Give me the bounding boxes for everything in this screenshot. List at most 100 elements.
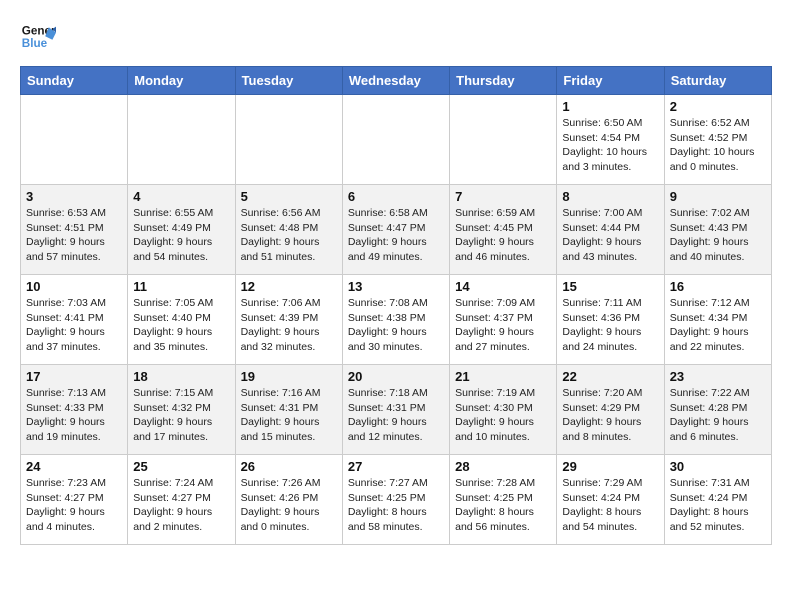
calendar-cell: 22 Sunrise: 7:20 AMSunset: 4:29 PMDayligh… (557, 365, 664, 455)
calendar-week-0: 1 Sunrise: 6:50 AMSunset: 4:54 PMDaylight… (21, 95, 772, 185)
calendar-header: SundayMondayTuesdayWednesdayThursdayFrid… (21, 67, 772, 95)
day-number: 17 (26, 369, 122, 384)
day-number: 2 (670, 99, 766, 114)
calendar-cell: 14 Sunrise: 7:09 AMSunset: 4:37 PMDayligh… (450, 275, 557, 365)
day-info: Sunrise: 7:06 AMSunset: 4:39 PMDaylight:… (241, 296, 337, 355)
calendar-cell: 16Sunrise: 7:12 AMSunset: 4:34 PMDayligh… (664, 275, 771, 365)
day-number: 9 (670, 189, 766, 204)
calendar-cell: 19 Sunrise: 7:16 AMSunset: 4:31 PMDayligh… (235, 365, 342, 455)
day-info: Sunrise: 7:20 AMSunset: 4:29 PMDaylight:… (562, 386, 658, 445)
day-info: Sunrise: 7:31 AMSunset: 4:24 PMDaylight:… (670, 476, 766, 535)
day-info: Sunrise: 7:29 AMSunset: 4:24 PMDaylight:… (562, 476, 658, 535)
calendar-cell: 8Sunrise: 7:00 AMSunset: 4:44 PMDaylight… (557, 185, 664, 275)
day-info: Sunrise: 7:24 AMSunset: 4:27 PMDaylight:… (133, 476, 229, 535)
day-info: Sunrise: 6:55 AMSunset: 4:49 PMDaylight:… (133, 206, 229, 265)
day-number: 6 (348, 189, 444, 204)
day-number: 1 (562, 99, 658, 114)
day-number: 20 (348, 369, 444, 384)
calendar-cell: 2 Sunrise: 6:52 AMSunset: 4:52 PMDaylight… (664, 95, 771, 185)
day-number: 19 (241, 369, 337, 384)
day-info: Sunrise: 7:15 AMSunset: 4:32 PMDaylight:… (133, 386, 229, 445)
calendar-cell: 11 Sunrise: 7:05 AMSunset: 4:40 PMDayligh… (128, 275, 235, 365)
day-number: 21 (455, 369, 551, 384)
calendar-week-1: 3 Sunrise: 6:53 AMSunset: 4:51 PMDaylight… (21, 185, 772, 275)
calendar-cell (342, 95, 449, 185)
calendar-cell: 1 Sunrise: 6:50 AMSunset: 4:54 PMDaylight… (557, 95, 664, 185)
day-number: 16 (670, 279, 766, 294)
calendar-table: SundayMondayTuesdayWednesdayThursdayFrid… (20, 66, 772, 545)
day-info: Sunrise: 7:05 AMSunset: 4:40 PMDaylight:… (133, 296, 229, 355)
day-info: Sunrise: 6:52 AMSunset: 4:52 PMDaylight:… (670, 116, 766, 175)
calendar-cell: 28Sunrise: 7:28 AMSunset: 4:25 PMDayligh… (450, 455, 557, 545)
day-info: Sunrise: 6:58 AMSunset: 4:47 PMDaylight:… (348, 206, 444, 265)
day-info: Sunrise: 7:03 AMSunset: 4:41 PMDaylight:… (26, 296, 122, 355)
calendar-cell: 24Sunrise: 7:23 AMSunset: 4:27 PMDayligh… (21, 455, 128, 545)
day-number: 13 (348, 279, 444, 294)
day-number: 11 (133, 279, 229, 294)
day-info: Sunrise: 7:27 AMSunset: 4:25 PMDaylight:… (348, 476, 444, 535)
day-info: Sunrise: 7:09 AMSunset: 4:37 PMDaylight:… (455, 296, 551, 355)
day-info: Sunrise: 6:50 AMSunset: 4:54 PMDaylight:… (562, 116, 658, 175)
calendar-cell: 12 Sunrise: 7:06 AMSunset: 4:39 PMDayligh… (235, 275, 342, 365)
day-info: Sunrise: 7:08 AMSunset: 4:38 PMDaylight:… (348, 296, 444, 355)
logo-icon: General Blue (20, 20, 56, 56)
day-number: 3 (26, 189, 122, 204)
calendar-cell: 21 Sunrise: 7:19 AMSunset: 4:30 PMDayligh… (450, 365, 557, 455)
day-number: 29 (562, 459, 658, 474)
day-number: 12 (241, 279, 337, 294)
day-info: Sunrise: 6:53 AMSunset: 4:51 PMDaylight:… (26, 206, 122, 265)
day-number: 18 (133, 369, 229, 384)
calendar-cell (235, 95, 342, 185)
day-info: Sunrise: 7:02 AMSunset: 4:43 PMDaylight:… (670, 206, 766, 265)
calendar-cell (128, 95, 235, 185)
calendar-cell: 25Sunrise: 7:24 AMSunset: 4:27 PMDayligh… (128, 455, 235, 545)
calendar-cell: 6 Sunrise: 6:58 AMSunset: 4:47 PMDaylight… (342, 185, 449, 275)
day-number: 4 (133, 189, 229, 204)
day-number: 22 (562, 369, 658, 384)
calendar-week-2: 10 Sunrise: 7:03 AMSunset: 4:41 PMDayligh… (21, 275, 772, 365)
day-number: 28 (455, 459, 551, 474)
weekday-header-sunday: Sunday (21, 67, 128, 95)
day-info: Sunrise: 7:23 AMSunset: 4:27 PMDaylight:… (26, 476, 122, 535)
calendar-cell: 18 Sunrise: 7:15 AMSunset: 4:32 PMDayligh… (128, 365, 235, 455)
day-info: Sunrise: 7:22 AMSunset: 4:28 PMDaylight:… (670, 386, 766, 445)
day-number: 27 (348, 459, 444, 474)
calendar-cell: 30Sunrise: 7:31 AMSunset: 4:24 PMDayligh… (664, 455, 771, 545)
day-info: Sunrise: 7:00 AMSunset: 4:44 PMDaylight:… (562, 206, 658, 265)
day-number: 10 (26, 279, 122, 294)
svg-text:Blue: Blue (22, 37, 48, 50)
day-info: Sunrise: 7:19 AMSunset: 4:30 PMDaylight:… (455, 386, 551, 445)
logo: General Blue (20, 20, 60, 56)
day-info: Sunrise: 7:16 AMSunset: 4:31 PMDaylight:… (241, 386, 337, 445)
weekday-header-saturday: Saturday (664, 67, 771, 95)
day-number: 14 (455, 279, 551, 294)
day-number: 26 (241, 459, 337, 474)
calendar-cell: 3 Sunrise: 6:53 AMSunset: 4:51 PMDaylight… (21, 185, 128, 275)
weekday-header-friday: Friday (557, 67, 664, 95)
calendar-body: 1 Sunrise: 6:50 AMSunset: 4:54 PMDaylight… (21, 95, 772, 545)
calendar-cell: 5 Sunrise: 6:56 AMSunset: 4:48 PMDaylight… (235, 185, 342, 275)
weekday-header-monday: Monday (128, 67, 235, 95)
day-info: Sunrise: 6:59 AMSunset: 4:45 PMDaylight:… (455, 206, 551, 265)
calendar-week-3: 17 Sunrise: 7:13 AMSunset: 4:33 PMDayligh… (21, 365, 772, 455)
calendar-cell: 23 Sunrise: 7:22 AMSunset: 4:28 PMDayligh… (664, 365, 771, 455)
calendar-cell: 27 Sunrise: 7:27 AMSunset: 4:25 PMDayligh… (342, 455, 449, 545)
weekday-header-thursday: Thursday (450, 67, 557, 95)
calendar-cell: 10 Sunrise: 7:03 AMSunset: 4:41 PMDayligh… (21, 275, 128, 365)
calendar-cell: 7 Sunrise: 6:59 AMSunset: 4:45 PMDaylight… (450, 185, 557, 275)
weekday-header-wednesday: Wednesday (342, 67, 449, 95)
weekday-header-tuesday: Tuesday (235, 67, 342, 95)
calendar-cell: 20 Sunrise: 7:18 AMSunset: 4:31 PMDayligh… (342, 365, 449, 455)
day-number: 7 (455, 189, 551, 204)
day-info: Sunrise: 7:26 AMSunset: 4:26 PMDaylight:… (241, 476, 337, 535)
day-info: Sunrise: 7:13 AMSunset: 4:33 PMDaylight:… (26, 386, 122, 445)
day-number: 23 (670, 369, 766, 384)
calendar-cell: 17 Sunrise: 7:13 AMSunset: 4:33 PMDayligh… (21, 365, 128, 455)
day-info: Sunrise: 7:18 AMSunset: 4:31 PMDaylight:… (348, 386, 444, 445)
calendar-cell: 26 Sunrise: 7:26 AMSunset: 4:26 PMDayligh… (235, 455, 342, 545)
day-info: Sunrise: 6:56 AMSunset: 4:48 PMDaylight:… (241, 206, 337, 265)
calendar-cell: 9 Sunrise: 7:02 AMSunset: 4:43 PMDaylight… (664, 185, 771, 275)
day-number: 5 (241, 189, 337, 204)
calendar-cell (21, 95, 128, 185)
calendar-cell: 29 Sunrise: 7:29 AMSunset: 4:24 PMDayligh… (557, 455, 664, 545)
